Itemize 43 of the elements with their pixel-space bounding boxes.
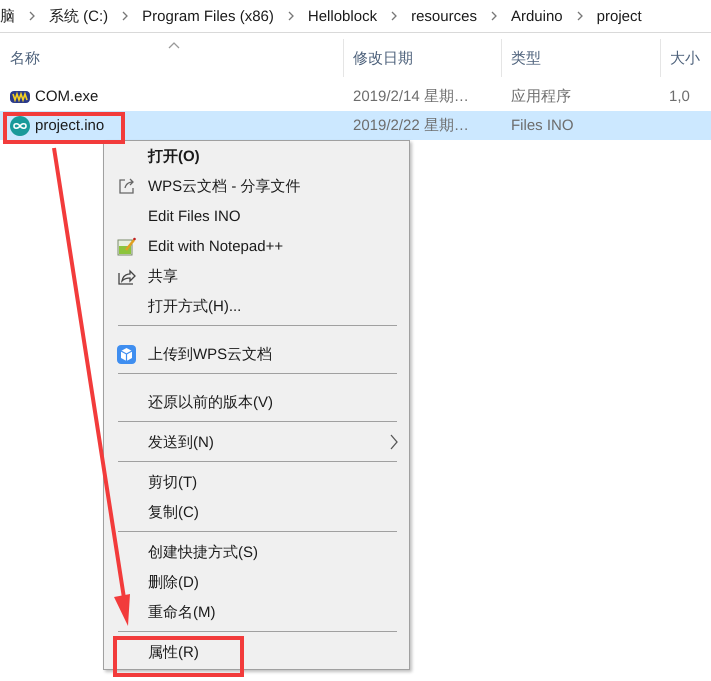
file-type: 应用程序	[511, 87, 571, 106]
menu-item[interactable]: 剪切(T)	[104, 467, 409, 497]
file-date: 2019/2/22 星期…	[353, 116, 469, 135]
file-row[interactable]: COM.exe 2019/2/14 星期… 应用程序 1,0	[0, 82, 711, 111]
file-name: project.ino	[35, 117, 104, 134]
file-size: 1,0	[669, 88, 690, 105]
column-header[interactable]: 名称	[0, 39, 343, 77]
breadcrumb-item[interactable]: 系统 (C:)	[45, 6, 112, 26]
menu-item[interactable]: 删除(D)	[104, 567, 409, 597]
menu-item[interactable]: 共享	[104, 261, 409, 291]
breadcrumb-item[interactable]: project	[592, 8, 646, 24]
file-row[interactable]: project.ino 2019/2/22 星期… Files INO	[0, 111, 711, 140]
menu-item[interactable]: Edit with Notepad++	[104, 231, 409, 261]
infinity-logo-icon	[10, 116, 30, 136]
notepad-icon	[117, 237, 136, 256]
breadcrumb-item[interactable]: Helloblock	[304, 8, 382, 24]
submenu-chevron-icon	[389, 434, 399, 450]
menu-item[interactable]: WPS云文档 - 分享文件	[104, 171, 409, 201]
menu-item[interactable]: Edit Files INO	[104, 201, 409, 231]
cube-icon	[117, 345, 136, 364]
menu-item[interactable]: 创建快捷方式(S)	[104, 537, 409, 567]
file-date: 2019/2/14 星期…	[353, 87, 469, 106]
menu-item[interactable]: 发送到(N)	[104, 427, 409, 457]
menu-item[interactable]: 还原以前的版本(V)	[104, 387, 409, 417]
share-document-icon	[117, 177, 136, 196]
menu-item[interactable]: 属性(R)	[104, 637, 409, 667]
sort-caret-icon	[168, 41, 180, 49]
menu-item[interactable]: 上传到WPS云文档	[104, 339, 409, 369]
column-header[interactable]: 类型	[501, 39, 660, 77]
breadcrumb-item[interactable]: Program Files (x86)	[138, 8, 278, 24]
breadcrumb-item[interactable]: Arduino	[506, 8, 567, 24]
file-name: COM.exe	[35, 88, 98, 105]
column-header[interactable]: 大小	[660, 39, 711, 77]
column-header[interactable]: 修改日期	[343, 39, 501, 77]
breadcrumb-item[interactable]: 脑	[0, 6, 19, 26]
breadcrumb-item[interactable]: resources	[407, 8, 481, 24]
program-icon	[10, 88, 30, 104]
menu-item[interactable]: 打开(O)	[104, 141, 409, 171]
share-icon	[117, 267, 136, 286]
file-type: Files INO	[511, 117, 574, 134]
menu-item[interactable]: 打开方式(H)...	[104, 291, 409, 321]
menu-item[interactable]: 复制(C)	[104, 497, 409, 527]
menu-item[interactable]: 重命名(M)	[104, 597, 409, 627]
